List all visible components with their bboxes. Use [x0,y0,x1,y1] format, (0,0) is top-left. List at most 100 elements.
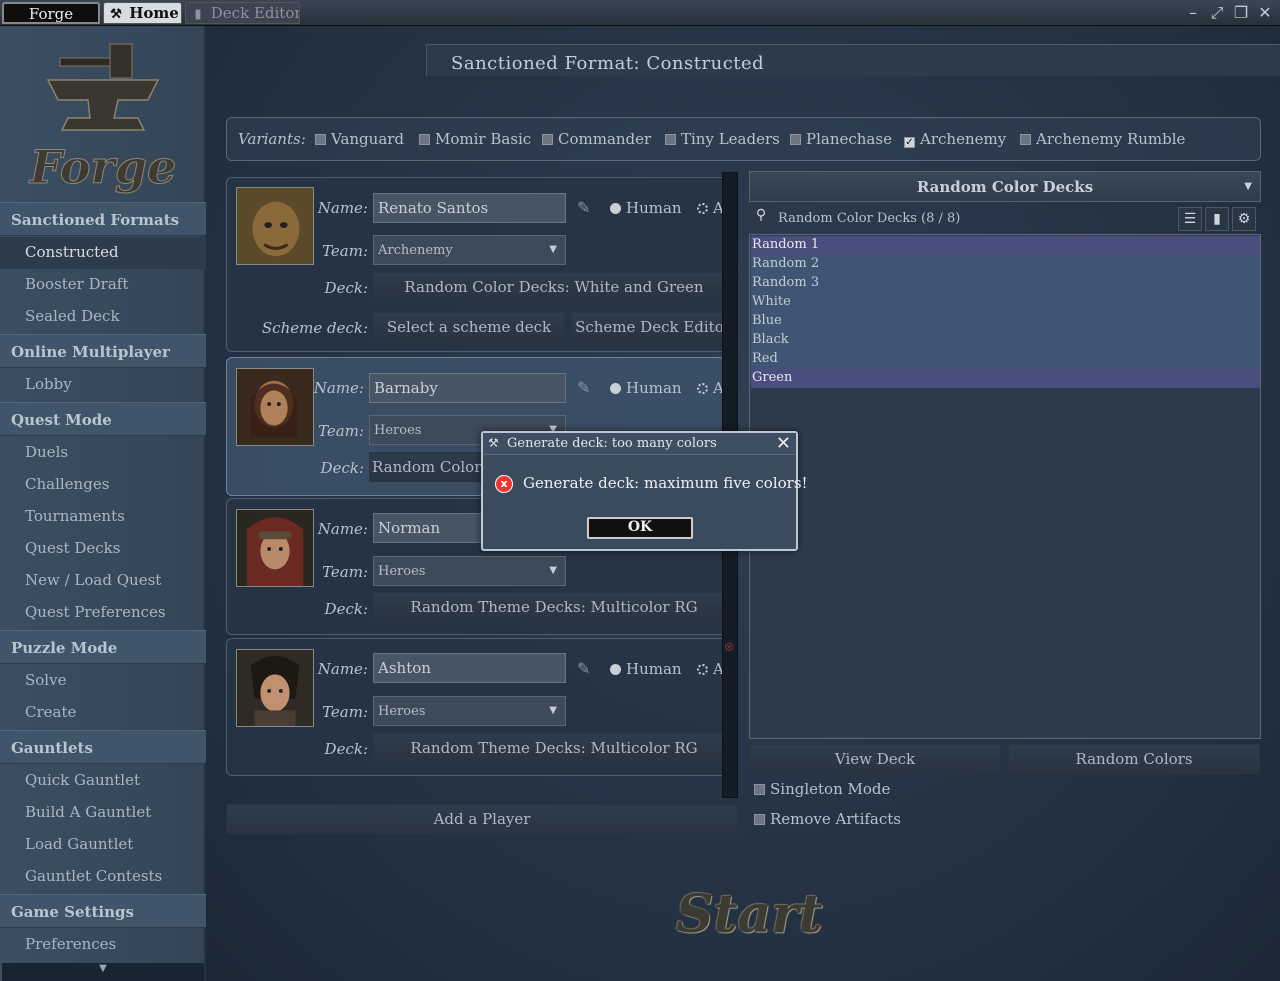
deck-type-dropdown[interactable]: Random Color Decks ▼ [749,171,1261,202]
nav-gauntlet-contests[interactable]: Gauntlet Contests [0,861,206,893]
variant-commander[interactable]: Commander [542,130,651,148]
tab-home[interactable]: ⚒ Home [103,2,182,24]
player-name-input[interactable]: Barnaby [369,373,566,403]
player-avatar[interactable] [236,187,314,265]
nav-quest-preferences[interactable]: Quest Preferences [0,597,206,629]
sidebar: Forge Sanctioned Formats Constructed Boo… [0,26,206,981]
close-icon[interactable]: ✕ [1254,3,1276,23]
pencil-icon[interactable]: ✎ [577,659,595,678]
player-name-input[interactable]: Ashton [373,653,566,683]
nav-new-load-quest[interactable]: New / Load Quest [0,565,206,597]
wrench-icon[interactable]: ⚙ [1232,207,1256,231]
deck-select-button[interactable]: Random Color Decks: White and Green [373,272,735,302]
ok-button[interactable]: OK [587,517,693,539]
nav-create[interactable]: Create [0,697,206,729]
player-panel-1: Name: Renato Santos ✎ Human AI Team: Arc… [226,177,738,352]
list-item[interactable]: Red [751,350,1260,369]
list-item[interactable]: Black [751,331,1260,350]
radio-human[interactable]: Human [610,199,682,217]
radio-ai[interactable]: AI [697,199,723,217]
select-scheme-deck-button[interactable]: Select a scheme deck [373,312,565,342]
search-icon[interactable]: ⚲ [751,207,771,229]
deck-box-icon[interactable]: ▮ [1205,207,1229,231]
variants-label: Variants: [238,130,306,148]
variant-momir-basic[interactable]: Momir Basic [419,130,531,148]
section-gauntlets: Gauntlets [0,730,206,764]
dialog-message: Generate deck: maximum five colors! [523,474,808,492]
list-item[interactable]: Random 3 [751,274,1260,293]
nav-load-gauntlet[interactable]: Load Gauntlet [0,829,206,861]
nav-booster-draft[interactable]: Booster Draft [0,269,206,301]
checkbox[interactable] [1020,134,1031,145]
checkbox[interactable] [542,134,553,145]
remove-artifacts-checkbox[interactable]: Remove Artifacts [754,810,901,828]
deck-icon: ▮ [194,7,202,22]
nav-lobby[interactable]: Lobby [0,369,206,401]
nav-tournaments[interactable]: Tournaments [0,501,206,533]
nav-sealed-deck[interactable]: Sealed Deck [0,301,206,333]
section-game-settings: Game Settings [0,894,206,928]
remove-player-icon[interactable]: ⊗ [724,640,735,655]
sidebar-scroll-down-icon[interactable]: ▼ [2,963,204,981]
list-item[interactable]: White [751,293,1260,312]
checkbox[interactable] [315,134,326,145]
add-player-button[interactable]: Add a Player [226,804,738,834]
list-item[interactable]: Blue [751,312,1260,331]
nav-preferences[interactable]: Preferences [0,929,206,961]
variant-archenemy-rumble[interactable]: Archenemy Rumble [1020,130,1185,148]
tab-deck-editor[interactable]: ▮ Deck Editor [185,2,300,24]
dialog-title-bar: ⚒ Generate deck: too many colors ✕ [483,433,796,455]
radio-human[interactable]: Human [610,660,682,678]
random-colors-button[interactable]: Random Colors [1008,744,1260,774]
team-dropdown[interactable]: Heroes ▼ [373,696,566,726]
variant-planechase[interactable]: Planechase [790,130,892,148]
team-dropdown[interactable]: Heroes ▼ [373,556,566,586]
scheme-deck-editor-button[interactable]: Scheme Deck Editor [571,312,735,342]
pencil-icon[interactable]: ✎ [577,378,595,397]
error-icon: x [495,475,513,493]
restore-icon[interactable]: ❐ [1230,3,1252,23]
nav-quest-decks[interactable]: Quest Decks [0,533,206,565]
checkbox[interactable] [790,134,801,145]
anvil-icon: ⚒ [110,7,122,22]
section-online-multiplayer: Online Multiplayer [0,334,206,368]
list-item[interactable]: Green [751,369,1260,388]
nav-duels[interactable]: Duels [0,437,206,469]
chevron-down-icon: ▼ [549,565,557,576]
checkbox[interactable] [419,134,430,145]
nav-solve[interactable]: Solve [0,665,206,697]
nav-challenges[interactable]: Challenges [0,469,206,501]
variant-archenemy[interactable]: ✓ Archenemy [904,130,1006,148]
singleton-mode-checkbox[interactable]: Singleton Mode [754,780,890,798]
deck-select-button[interactable]: Random Theme Decks: Multicolor RG [373,733,735,763]
minimize-icon[interactable]: – [1182,3,1204,23]
fullscreen-icon[interactable]: ⤢ [1206,3,1228,23]
chevron-down-icon: ▼ [1244,181,1252,192]
deck-select-button[interactable]: Random Theme Decks: Multicolor RG [373,592,735,622]
anvil-icon: ⚒ [488,436,499,450]
error-dialog: ⚒ Generate deck: too many colors ✕ x Gen… [481,431,808,551]
list-view-icon[interactable]: ☰ [1178,207,1202,231]
start-button[interactable]: Start [676,884,823,954]
nav-constructed[interactable]: Constructed [0,237,206,269]
checkbox-checked[interactable]: ✓ [904,137,915,148]
variant-vanguard[interactable]: Vanguard [315,130,404,148]
view-deck-button[interactable]: View Deck [749,744,1001,774]
team-dropdown[interactable]: Archenemy ▼ [373,235,566,265]
close-icon[interactable]: ✕ [776,433,791,454]
pencil-icon[interactable]: ✎ [577,198,595,217]
checkbox[interactable] [665,134,676,145]
tab-forge[interactable]: Forge [2,2,100,24]
nav-quick-gauntlet[interactable]: Quick Gauntlet [0,765,206,797]
player-avatar[interactable] [236,509,314,587]
radio-ai[interactable]: AI [697,660,723,678]
radio-human[interactable]: Human [610,379,682,397]
variant-tiny-leaders[interactable]: Tiny Leaders [665,130,780,148]
list-item[interactable]: Random 2 [751,255,1260,274]
list-item[interactable]: Random 1 [751,236,1260,255]
player-avatar[interactable] [236,649,314,727]
player-name-input[interactable]: Renato Santos [373,193,566,223]
deck-list[interactable]: Random 1 Random 2 Random 3 White Blue Bl… [749,234,1261,739]
nav-build-a-gauntlet[interactable]: Build A Gauntlet [0,797,206,829]
radio-ai[interactable]: AI [697,379,723,397]
